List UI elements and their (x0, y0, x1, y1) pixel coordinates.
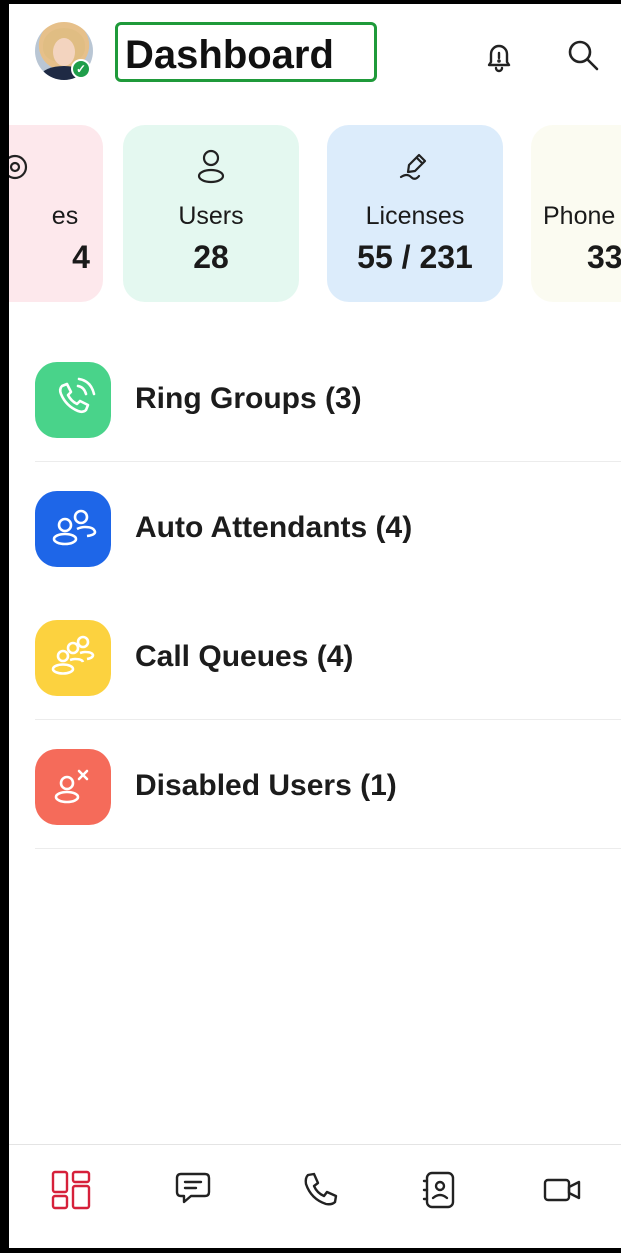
pen-icon (327, 147, 503, 187)
user-x-icon (35, 749, 111, 825)
users-icon (35, 491, 111, 567)
search-icon[interactable] (564, 36, 604, 76)
list-item-label: Auto Attendants (4) (135, 511, 413, 544)
stat-card-users[interactable]: Users 28 (123, 125, 299, 302)
stat-label: es (51, 202, 79, 230)
phone-icon[interactable] (294, 1166, 342, 1214)
list-item-disabled-users[interactable]: Disabled Users (1) (9, 721, 621, 849)
list-item-ring-groups[interactable]: Ring Groups (3) (9, 334, 621, 462)
stat-value: 28 (193, 239, 229, 275)
list-item-label: Ring Groups (3) (135, 382, 362, 415)
divider (35, 719, 621, 720)
stat-card-devices[interactable]: es 4 (9, 125, 103, 302)
stat-label: Phone (543, 202, 616, 230)
stat-card-phones[interactable]: Phone 33 (531, 125, 621, 302)
divider (35, 848, 621, 849)
queue-users-icon (35, 620, 111, 696)
phone-ring-icon (35, 362, 111, 438)
app-frame: ✓ Dashboard es 4 Users 28 Licenses 55 / … (0, 0, 621, 1253)
eye-icon (9, 147, 103, 187)
stat-value: 4 (72, 239, 90, 275)
list-item-auto-attendants[interactable]: Auto Attendants (4) (9, 463, 621, 591)
page-title: Dashboard (125, 33, 334, 77)
contacts-icon[interactable] (416, 1166, 464, 1214)
stat-value: 55 / 231 (357, 239, 473, 275)
header: ✓ Dashboard (9, 4, 621, 114)
stat-label: Users (178, 202, 244, 230)
list-item-label: Disabled Users (1) (135, 769, 397, 802)
avatar-face (53, 38, 75, 66)
chat-icon[interactable] (169, 1166, 217, 1214)
nav-divider (9, 1144, 621, 1145)
stat-value: 33 (587, 239, 621, 275)
list-item-label: Call Queues (4) (135, 640, 354, 673)
dashboard-icon[interactable] (47, 1166, 95, 1214)
notifications-bell-icon[interactable] (479, 36, 519, 76)
stat-card-licenses[interactable]: Licenses 55 / 231 (327, 125, 503, 302)
stat-label: Licenses (365, 202, 465, 230)
user-icon (123, 147, 299, 187)
list-item-call-queues[interactable]: Call Queues (4) (9, 592, 621, 720)
divider (35, 461, 621, 462)
bottom-nav (9, 1154, 621, 1234)
video-icon[interactable] (539, 1166, 587, 1214)
presence-check-icon: ✓ (71, 59, 91, 79)
